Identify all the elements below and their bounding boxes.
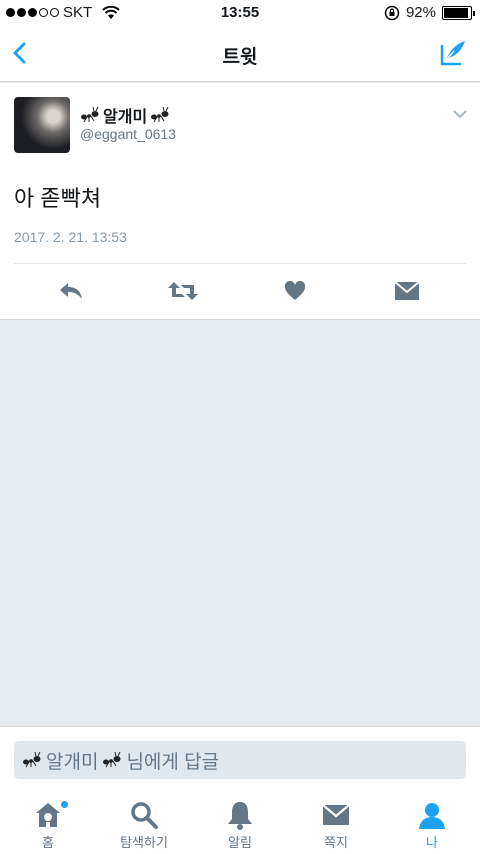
direct-message-icon xyxy=(394,281,420,300)
reply-input[interactable]: 알개미 님에게 답글 xyxy=(14,741,466,779)
status-right: 92% xyxy=(384,4,475,21)
retweet-button[interactable] xyxy=(163,273,203,309)
reply-bar: 알개미 님에게 답글 xyxy=(0,726,480,782)
tweet-card: 알개미 @eggant_0613 아 졷빡쳐 2017. 2. 21. 13:5… xyxy=(0,83,480,320)
tab-notifications[interactable]: 알림 xyxy=(192,782,288,854)
tab-explore[interactable]: 탐색하기 xyxy=(96,782,192,854)
compose-tweet-icon[interactable] xyxy=(438,38,468,68)
tab-me[interactable]: 나 xyxy=(384,782,480,854)
tab-label: 탐색하기 xyxy=(120,835,168,850)
divider xyxy=(14,263,466,264)
tab-bar: 홈 탐색하기 알림 쪽지 나 xyxy=(0,782,480,854)
home-icon xyxy=(36,803,60,827)
retweet-icon xyxy=(168,282,198,300)
reply-target-name: 알개미 xyxy=(46,751,99,773)
display-name[interactable]: 알개미 xyxy=(80,103,170,127)
tweet-text: 아 졷빡쳐 xyxy=(14,186,102,211)
envelope-icon xyxy=(322,804,350,825)
tab-label: 나 xyxy=(426,835,438,850)
chevron-down-icon[interactable] xyxy=(452,109,468,119)
tab-label: 홈 xyxy=(42,835,54,850)
battery-fill xyxy=(444,7,468,18)
ant-emoji-icon xyxy=(151,106,169,123)
display-name-text: 알개미 xyxy=(103,109,148,126)
battery-percent: 92% xyxy=(405,4,436,21)
nav-bar: 트윗 xyxy=(0,26,480,82)
battery-icon xyxy=(442,5,475,20)
ant-emoji-icon xyxy=(81,106,99,123)
avatar[interactable] xyxy=(14,97,70,153)
reply-button[interactable] xyxy=(51,273,91,309)
tweet-timestamp: 2017. 2. 21. 13:53 xyxy=(14,229,127,245)
tab-label: 쪽지 xyxy=(324,835,348,850)
search-icon xyxy=(131,802,158,829)
status-bar: SKT 13:55 92% xyxy=(0,0,480,26)
rotation-lock-icon xyxy=(384,5,400,20)
like-button[interactable] xyxy=(275,273,315,309)
bell-icon xyxy=(228,802,252,830)
notification-badge xyxy=(60,800,69,809)
tab-home[interactable]: 홈 xyxy=(0,782,96,854)
ant-emoji-icon xyxy=(103,751,121,768)
profile-icon xyxy=(419,803,445,829)
ant-emoji-icon xyxy=(23,751,41,768)
reply-icon xyxy=(60,283,82,299)
tab-label: 알림 xyxy=(228,835,252,850)
page-title: 트윗 xyxy=(222,47,258,68)
tab-messages[interactable]: 쪽지 xyxy=(288,782,384,854)
like-icon xyxy=(284,281,306,300)
tweet-actions xyxy=(0,273,480,309)
direct-message-button[interactable] xyxy=(387,273,427,309)
reply-placeholder-suffix: 님에게 답글 xyxy=(126,751,220,773)
user-handle[interactable]: @eggant_0613 xyxy=(80,126,176,142)
